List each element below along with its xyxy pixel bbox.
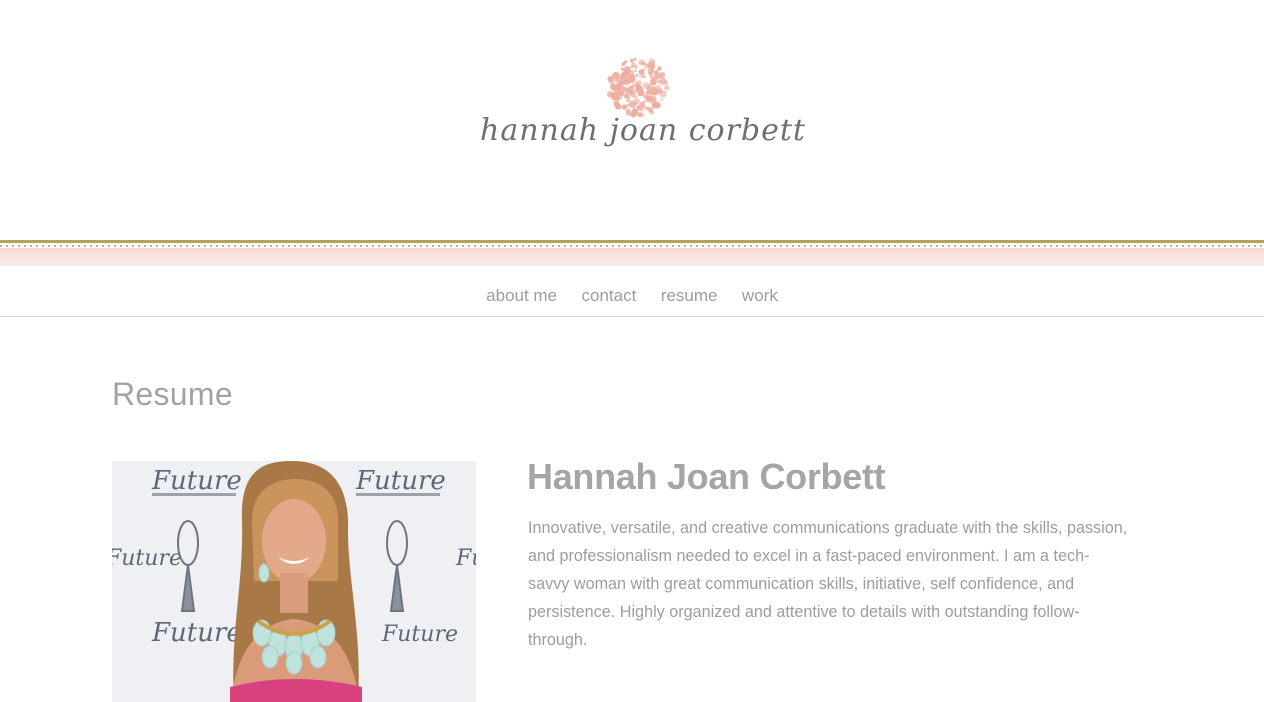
logo-dot xyxy=(652,86,658,93)
backdrop-logo-text: Future xyxy=(355,466,446,496)
logo-dot xyxy=(663,84,670,91)
nav-item-resume[interactable]: resume xyxy=(661,268,718,324)
logo-dot xyxy=(651,75,658,82)
logo-dot xyxy=(634,65,638,69)
backdrop-logo-text: Future xyxy=(455,546,476,571)
logo-dot xyxy=(633,95,637,99)
logo-dot xyxy=(626,89,633,95)
backdrop-logo-text: Future xyxy=(112,546,182,571)
logo-dot xyxy=(629,58,634,63)
logo-wordmark: hannah joan corbett xyxy=(480,113,806,148)
nav-item-work[interactable]: work xyxy=(742,268,778,324)
logo-dot xyxy=(645,96,651,103)
site-header: hannah joan corbett xyxy=(0,0,1264,240)
resume-summary: Innovative, versatile, and creative comm… xyxy=(528,519,1128,649)
nav-item-contact[interactable]: contact xyxy=(582,268,637,324)
watercolor-strip xyxy=(0,248,1264,266)
profile-photo: Future Future Future Future Future Futur… xyxy=(112,461,476,702)
dotted-rule xyxy=(0,245,1264,247)
page-title: Resume xyxy=(112,376,233,412)
logo-dot xyxy=(648,83,652,87)
logo-dot xyxy=(664,81,669,85)
backdrop-logo-text: Future xyxy=(151,618,242,648)
logo-dot xyxy=(654,101,661,109)
logo-dot xyxy=(642,100,646,103)
logo-dot xyxy=(660,77,664,81)
site-logo[interactable]: hannah joan corbett xyxy=(480,55,806,165)
logo-dot xyxy=(625,74,630,80)
logo-dot xyxy=(610,83,616,89)
logo-dot xyxy=(659,90,667,98)
logo-dot xyxy=(611,97,615,101)
gold-rule xyxy=(0,240,1264,243)
logo-dot xyxy=(636,80,642,85)
logo-dot xyxy=(630,65,634,69)
logo-dot xyxy=(654,69,659,74)
resume-name: Hannah Joan Corbett xyxy=(527,456,886,497)
main-nav: about me contact resume work xyxy=(0,268,1264,317)
logo-dot xyxy=(613,100,620,107)
logo-dot xyxy=(634,69,637,73)
logo-dot xyxy=(626,103,630,107)
logo-dot xyxy=(621,104,627,110)
logo-dot xyxy=(638,59,645,66)
logo-dot xyxy=(639,75,643,79)
nav-item-about-me[interactable]: about me xyxy=(486,268,557,324)
profile-photo-illustration: Future Future Future Future Future Futur… xyxy=(112,461,476,702)
logo-dot xyxy=(641,74,646,79)
logo-dot xyxy=(623,78,631,86)
logo-dot xyxy=(642,82,650,89)
logo-dot xyxy=(623,93,629,99)
logo-dot xyxy=(621,67,625,71)
backdrop-logo-text: Future xyxy=(381,622,458,647)
logo-dot xyxy=(636,105,640,109)
logo-dot xyxy=(617,85,622,91)
backdrop-logo-text: Future xyxy=(151,466,242,496)
logo-dot xyxy=(628,100,636,108)
logo-dot xyxy=(633,57,637,61)
logo-dot xyxy=(623,60,628,64)
logo-dot xyxy=(647,67,655,75)
logo-dot xyxy=(632,107,636,111)
logo-dot xyxy=(660,98,664,102)
logo-dot xyxy=(657,66,662,71)
decorative-band xyxy=(0,240,1264,268)
logo-dot xyxy=(651,60,656,66)
logo-dot xyxy=(638,69,645,75)
logo-dot xyxy=(638,85,642,89)
logo-dot xyxy=(615,76,622,84)
logo-dot xyxy=(647,107,654,113)
logo-dot xyxy=(608,80,612,84)
logo-dot xyxy=(635,74,639,77)
